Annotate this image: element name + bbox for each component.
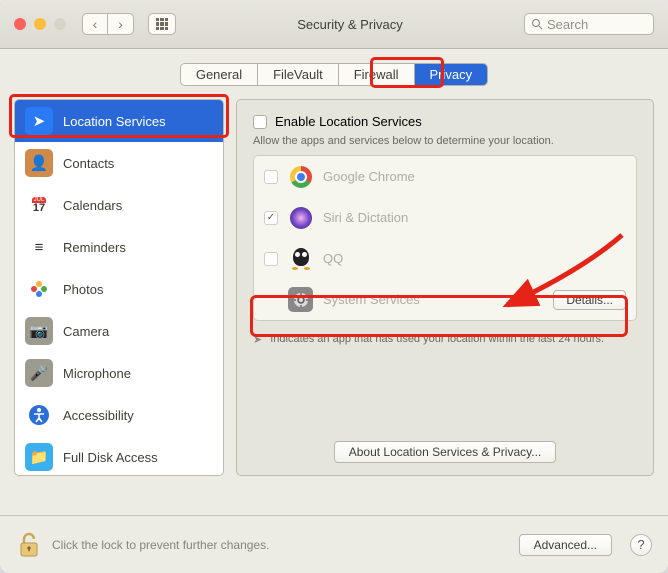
indicator-text: Indicates an app that has used your loca… [270,333,604,345]
window-title: Security & Privacy [186,17,514,32]
app-label: Siri & Dictation [323,210,626,225]
location-arrow-icon: ➤ [253,333,262,346]
google-chrome-icon [288,164,313,189]
lock-open-icon [18,532,40,558]
zoom-window-button[interactable] [54,18,66,30]
back-button[interactable]: ‹ [82,13,108,35]
siri-dictation-icon [288,205,313,230]
nav-buttons: ‹ › [82,13,134,35]
camera-icon: 📷 [25,317,53,345]
content-area: ➤ Location Services 👤 Contacts JUL17 Calendar… [0,86,668,476]
advanced-button[interactable]: Advanced... [519,534,612,556]
calendars-icon: JUL17 [25,191,53,219]
system-preferences-window: ‹ › Security & Privacy Search GeneralFil… [0,0,668,573]
about-location-button[interactable]: About Location Services & Privacy... [334,441,557,463]
app-checkbox[interactable]: ✓ [264,211,278,225]
app-row-system-services: System Services Details... [254,279,636,320]
tab-bar: GeneralFileVaultFirewallPrivacy [0,63,668,86]
app-checkbox[interactable] [264,170,278,184]
indicator-note: ➤ Indicates an app that has used your lo… [253,333,637,346]
sidebar-item-label: Full Disk Access [63,450,158,465]
app-row-qq: QQ [254,238,636,279]
close-window-button[interactable] [14,18,26,30]
help-button[interactable]: ? [630,534,652,556]
chevron-left-icon: ‹ [93,16,98,32]
contacts-icon: 👤 [25,149,53,177]
sidebar-item-label: Photos [63,282,103,297]
accessibility-icon [25,401,53,429]
sidebar-item-accessibility[interactable]: Accessibility [15,394,223,436]
sidebar-item-label: Calendars [63,198,122,213]
search-icon [531,18,543,30]
chevron-right-icon: › [118,16,123,32]
location-services-icon: ➤ [25,107,53,135]
window-controls [14,18,66,30]
footer: Click the lock to prevent further change… [0,515,668,573]
enable-location-label: Enable Location Services [275,114,422,129]
tab-privacy[interactable]: Privacy [415,64,488,85]
grid-icon [156,18,168,30]
sidebar-item-location-services[interactable]: ➤ Location Services [15,100,223,142]
sidebar-item-microphone[interactable]: 🎤 Microphone [15,352,223,394]
sidebar-item-photos[interactable]: Photos [15,268,223,310]
search-placeholder: Search [547,17,588,32]
sidebar-item-label: Camera [63,324,109,339]
sidebar-item-full-disk-access[interactable]: 📁 Full Disk Access [15,436,223,476]
show-all-button[interactable] [148,13,176,35]
forward-button[interactable]: › [108,13,134,35]
sidebar-item-label: Contacts [63,156,114,171]
sidebar-item-label: Reminders [63,240,126,255]
app-label: Google Chrome [323,169,626,184]
app-checkbox[interactable] [264,252,278,266]
photos-icon [25,275,53,303]
sidebar-item-reminders[interactable]: ≡ Reminders [15,226,223,268]
minimize-window-button[interactable] [34,18,46,30]
location-hint-text: Allow the apps and services below to det… [253,135,637,147]
system-services-icon [288,287,313,312]
location-services-panel: Enable Location Services Allow the apps … [236,99,654,476]
full-disk-access-icon: 📁 [25,443,53,471]
microphone-icon: 🎤 [25,359,53,387]
tab-general[interactable]: General [181,64,258,85]
qq-icon [288,246,313,271]
lock-button[interactable] [16,530,42,560]
privacy-sidebar[interactable]: ➤ Location Services 👤 Contacts JUL17 Calendar… [14,99,224,476]
details-button[interactable]: Details... [553,290,626,310]
titlebar: ‹ › Security & Privacy Search [0,0,668,49]
sidebar-item-label: Accessibility [63,408,134,423]
reminders-icon: ≡ [25,233,53,261]
search-field[interactable]: Search [524,13,654,35]
sidebar-item-camera[interactable]: 📷 Camera [15,310,223,352]
app-label: QQ [323,251,626,266]
enable-location-checkbox[interactable] [253,115,267,129]
sidebar-item-calendars[interactable]: JUL17 Calendars [15,184,223,226]
lock-hint-text: Click the lock to prevent further change… [52,538,509,552]
sidebar-item-label: Microphone [63,366,131,381]
sidebar-item-label: Location Services [63,114,166,129]
app-label: System Services [323,292,543,307]
tab-firewall[interactable]: Firewall [339,64,415,85]
app-list: Google Chrome ✓ Siri & Dictation QQ System S… [253,155,637,321]
app-row-google-chrome: Google Chrome [254,156,636,197]
tab-filevault[interactable]: FileVault [258,64,339,85]
sidebar-item-contacts[interactable]: 👤 Contacts [15,142,223,184]
app-row-siri-dictation: ✓ Siri & Dictation [254,197,636,238]
